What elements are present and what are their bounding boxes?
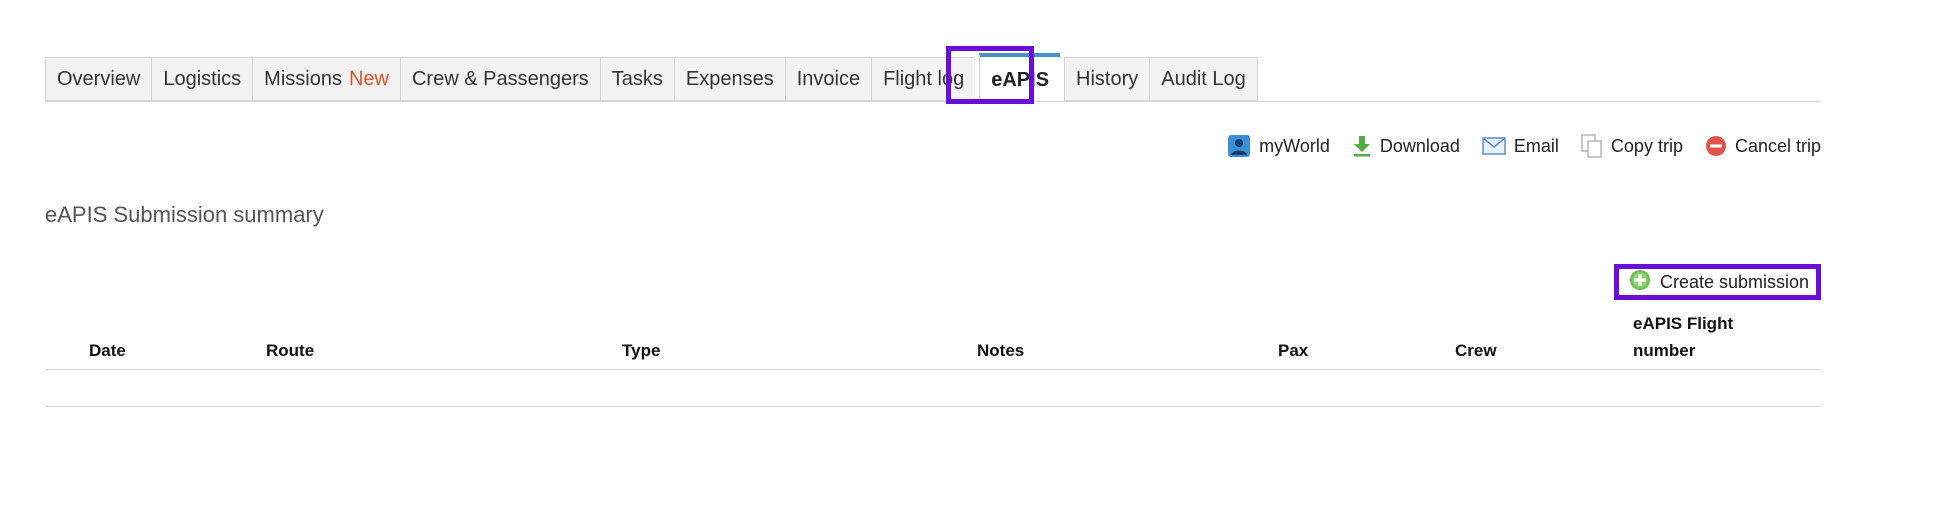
column-header-notes: Notes bbox=[977, 341, 1025, 360]
column-header-crew: Crew bbox=[1455, 341, 1497, 360]
download-button[interactable]: Download bbox=[1352, 135, 1460, 157]
trip-toolbar: myWorld Download Email Copy trip Cancel … bbox=[1227, 134, 1821, 158]
column-header-type: Type bbox=[622, 341, 661, 360]
myworld-button[interactable]: myWorld bbox=[1227, 134, 1330, 158]
section-title: eAPIS Submission summary bbox=[45, 202, 324, 227]
tab-label: Expenses bbox=[685, 67, 774, 90]
tab-label: History bbox=[1076, 67, 1139, 90]
tab-logistics[interactable]: Logistics bbox=[151, 57, 253, 101]
column-header-eapis-flight-number: eAPIS Flight number bbox=[1633, 314, 1734, 360]
tab-label: Invoice bbox=[796, 67, 861, 90]
envelope-icon bbox=[1482, 137, 1506, 155]
tab-label: Audit Log bbox=[1161, 67, 1246, 90]
email-button[interactable]: Email bbox=[1482, 136, 1559, 157]
tab-bar: Overview Logistics Missions New Crew & Pa… bbox=[45, 53, 1821, 102]
tab-label: Flight log bbox=[883, 67, 965, 90]
copy-trip-label: Copy trip bbox=[1610, 135, 1683, 156]
myworld-icon bbox=[1227, 134, 1251, 158]
tab-label: eAPIS bbox=[991, 69, 1050, 91]
email-label: Email bbox=[1513, 135, 1559, 156]
tab-history[interactable]: History bbox=[1064, 57, 1150, 101]
download-icon bbox=[1352, 135, 1372, 157]
tab-crew-passengers[interactable]: Crew & Passengers bbox=[399, 57, 600, 101]
column-header-pax: Pax bbox=[1278, 341, 1309, 360]
tab-flight-log[interactable]: Flight log bbox=[871, 57, 976, 101]
cancel-trip-button[interactable]: Cancel trip bbox=[1705, 135, 1821, 157]
tab-expenses[interactable]: Expenses bbox=[673, 57, 785, 101]
tab-label: Missions bbox=[264, 67, 342, 90]
column-header-date: Date bbox=[89, 341, 126, 360]
cancel-icon bbox=[1705, 135, 1727, 157]
add-icon bbox=[1629, 269, 1651, 296]
tab-eapis[interactable]: eAPIS bbox=[979, 53, 1061, 101]
table-header: Date Route Type Notes Pax Crew eAPIS Fli… bbox=[45, 314, 1821, 370]
tab-label: Overview bbox=[57, 67, 141, 90]
tab-missions[interactable]: Missions New bbox=[252, 57, 400, 101]
column-header-route: Route bbox=[266, 341, 315, 360]
copy-trip-button[interactable]: Copy trip bbox=[1581, 134, 1683, 158]
download-label: Download bbox=[1379, 135, 1460, 156]
tab-label: Logistics bbox=[163, 67, 242, 90]
eapis-submissions-table: Date Route Type Notes Pax Crew eAPIS Fli… bbox=[45, 314, 1821, 407]
create-submission-button[interactable]: Create submission bbox=[1614, 264, 1821, 300]
tab-tasks[interactable]: Tasks bbox=[599, 57, 674, 101]
tab-audit-log[interactable]: Audit Log bbox=[1149, 57, 1258, 101]
copy-icon bbox=[1581, 134, 1603, 158]
tab-label: Crew & Passengers bbox=[411, 67, 589, 90]
tab-label: Tasks bbox=[611, 67, 663, 90]
create-submission-label: Create submission bbox=[1660, 271, 1810, 292]
tab-invoice[interactable]: Invoice bbox=[784, 57, 872, 101]
cancel-trip-label: Cancel trip bbox=[1734, 135, 1821, 156]
new-badge: New bbox=[348, 67, 389, 90]
myworld-label: myWorld bbox=[1259, 135, 1330, 156]
tab-overview[interactable]: Overview bbox=[45, 57, 152, 101]
table-empty-row bbox=[45, 370, 1821, 407]
